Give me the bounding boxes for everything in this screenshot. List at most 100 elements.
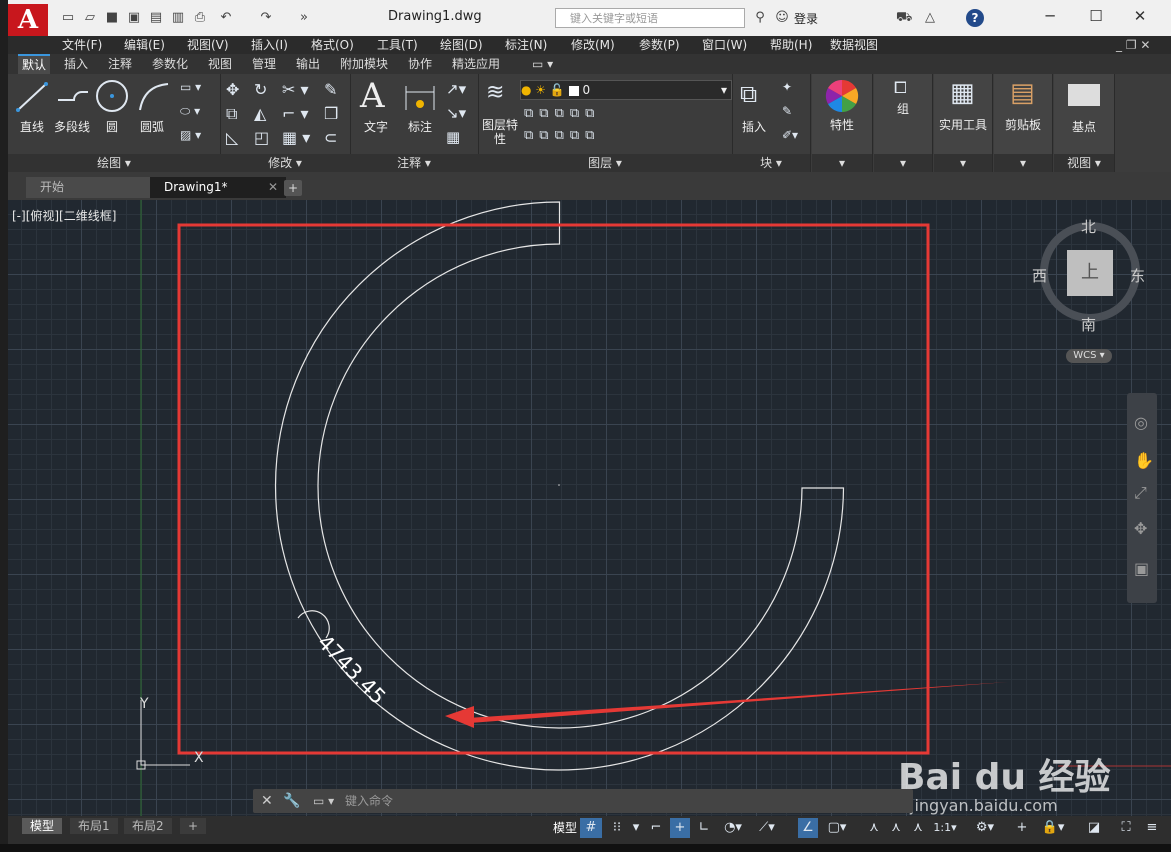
- utilities-button[interactable]: 实用工具: [934, 116, 992, 133]
- snap-mode-icon[interactable]: ⁝⁝: [606, 818, 628, 838]
- tab-start[interactable]: 开始: [26, 177, 160, 198]
- more-tools-icon[interactable]: »: [296, 10, 312, 26]
- wcs-menu[interactable]: WCS ▾: [1066, 349, 1112, 363]
- steering-wheel-icon[interactable]: ◎: [1134, 413, 1148, 432]
- new-tab-icon[interactable]: +: [284, 180, 302, 196]
- edit-block-icon[interactable]: ✎: [782, 104, 792, 118]
- close-tab-icon[interactable]: ✕: [268, 177, 278, 198]
- menu-draw[interactable]: 绘图(D): [440, 36, 483, 54]
- menu-file[interactable]: 文件(F): [62, 36, 102, 54]
- tab-collaborate[interactable]: 协作: [404, 54, 436, 74]
- help-icon[interactable]: ?: [966, 9, 984, 27]
- menu-help[interactable]: 帮助(H): [770, 36, 812, 54]
- menu-format[interactable]: 格式(O): [311, 36, 354, 54]
- menu-dimension[interactable]: 标注(N): [505, 36, 547, 54]
- menu-edit[interactable]: 编辑(E): [124, 36, 165, 54]
- mirror-icon[interactable]: ◭: [254, 104, 266, 123]
- annotation-scale-icon[interactable]: ⋏: [908, 818, 928, 838]
- recent-commands-icon[interactable]: ▭ ▾: [313, 789, 334, 813]
- annotation-monitor-icon[interactable]: +: [1012, 818, 1032, 838]
- tab-view[interactable]: 视图: [204, 54, 236, 74]
- model-space-button[interactable]: 模型: [550, 818, 580, 838]
- plot-icon[interactable]: ⎙: [192, 10, 208, 26]
- save-web-icon[interactable]: ▥: [170, 10, 186, 26]
- drawing-canvas[interactable]: [-][俯视][二维线框] 4743.45 Y X 上 北 南 西 东 WCS …: [8, 200, 1171, 816]
- tab-manage[interactable]: 管理: [248, 54, 280, 74]
- panel-view-label[interactable]: 视图 ▾: [1054, 154, 1114, 172]
- tab-insert[interactable]: 插入: [60, 54, 92, 74]
- orbit-icon[interactable]: ✥: [1134, 519, 1147, 538]
- tab-featured-apps[interactable]: 精选应用: [448, 54, 504, 74]
- arc-button[interactable]: 圆弧: [134, 118, 170, 135]
- panel-modify-label[interactable]: 修改 ▾: [220, 154, 350, 172]
- rotate-icon[interactable]: ↻: [254, 80, 267, 99]
- viewcube-north[interactable]: 北: [1081, 216, 1096, 237]
- object-snap-tracking-icon[interactable]: ∠: [798, 818, 818, 838]
- ortho-icon[interactable]: ∟: [694, 818, 714, 838]
- tab-output[interactable]: 输出: [292, 54, 324, 74]
- panel-annotation-label[interactable]: 注释 ▾: [350, 154, 478, 172]
- tab-addins[interactable]: 附加模块: [336, 54, 392, 74]
- lock-ui-icon[interactable]: 🔒▾: [1038, 818, 1068, 838]
- viewcube-south[interactable]: 南: [1081, 314, 1096, 335]
- leader-icon[interactable]: ↗▾: [446, 80, 466, 98]
- autocad-logo[interactable]: A: [8, 4, 48, 36]
- layer-dropdown[interactable]: ● ☀ 🔓 0 ▾: [520, 80, 732, 100]
- layout-tab-2[interactable]: 布局2: [124, 818, 172, 834]
- isodraft-icon[interactable]: ⟋▾: [752, 818, 782, 838]
- save-as-icon[interactable]: ▣: [126, 10, 142, 26]
- polyline-button[interactable]: 多段线: [48, 118, 96, 135]
- group-button[interactable]: 组: [874, 100, 932, 117]
- viewcube-west[interactable]: 西: [1032, 265, 1047, 286]
- tab-parametric[interactable]: 参数化: [148, 54, 192, 74]
- circle-button[interactable]: 圆: [94, 118, 130, 135]
- tab-annotate[interactable]: 注释: [104, 54, 136, 74]
- showmotion-icon[interactable]: ▣: [1134, 559, 1149, 578]
- customization-icon[interactable]: ≡: [1142, 818, 1162, 838]
- tab-drawing1[interactable]: Drawing1* ✕: [150, 177, 286, 198]
- panel-clipboard-expand[interactable]: ▾: [994, 154, 1052, 172]
- infer-constraints-icon[interactable]: ⌐: [646, 818, 666, 838]
- trim-icon[interactable]: ✂ ▾: [282, 80, 309, 99]
- array-icon[interactable]: ▦ ▾: [282, 128, 310, 147]
- panel-draw-label[interactable]: 绘图 ▾: [8, 154, 220, 172]
- scale-icon[interactable]: ◰: [254, 128, 269, 147]
- ellipse-icon[interactable]: ⬭ ▾: [180, 104, 200, 119]
- block-attribute-icon[interactable]: ✐▾: [782, 128, 798, 142]
- close-cmd-icon[interactable]: ✕: [261, 789, 273, 813]
- workspace-gear-icon[interactable]: ⚙▾: [970, 818, 1000, 838]
- table-icon[interactable]: ▦: [446, 128, 460, 146]
- stretch-icon[interactable]: ◺: [226, 128, 238, 147]
- panel-properties-expand[interactable]: ▾: [812, 154, 872, 172]
- auto-scale-icon[interactable]: ⋏: [886, 818, 906, 838]
- isolate-objects-icon[interactable]: ◪: [1084, 818, 1104, 838]
- menu-view[interactable]: 视图(V): [187, 36, 229, 54]
- pan-icon[interactable]: ✋: [1134, 451, 1154, 470]
- grid-toggle-icon[interactable]: #: [580, 818, 602, 838]
- minimize-button[interactable]: ─: [1030, 4, 1070, 28]
- undo-icon[interactable]: ↶: [218, 10, 234, 26]
- autodesk-a360-icon[interactable]: △: [922, 10, 938, 26]
- object-snap-icon[interactable]: ▢▾: [822, 818, 852, 838]
- text-button[interactable]: 文字: [356, 118, 396, 135]
- zoom-icon[interactable]: ⤢: [1134, 483, 1147, 503]
- annotation-scale-value[interactable]: 1:1▾: [930, 818, 960, 838]
- tab-default[interactable]: 默认: [18, 54, 51, 74]
- maximize-button[interactable]: ☐: [1076, 4, 1116, 28]
- menu-parametric[interactable]: 参数(P): [639, 36, 680, 54]
- layer-properties-button[interactable]: 图层特性: [482, 118, 518, 146]
- dynamic-input-icon[interactable]: +: [670, 818, 690, 838]
- move-icon[interactable]: ✥: [226, 80, 239, 99]
- customize-cmd-icon[interactable]: 🔧: [283, 789, 300, 813]
- create-block-icon[interactable]: ✦: [782, 80, 792, 94]
- panel-group-expand[interactable]: ▾: [874, 154, 932, 172]
- close-window-button[interactable]: ✕: [1120, 4, 1160, 28]
- layout-tab-1[interactable]: 布局1: [70, 818, 118, 834]
- clipboard-button[interactable]: 剪贴板: [994, 116, 1052, 133]
- doc-minimize-icon[interactable]: _ ❐ ✕: [1116, 36, 1150, 54]
- hatch-icon[interactable]: ▨ ▾: [180, 128, 201, 142]
- user-icon[interactable]: ☺: [774, 10, 790, 26]
- rectangle-icon[interactable]: ▭ ▾: [180, 80, 201, 94]
- binoculars-icon[interactable]: ⚲: [752, 10, 768, 26]
- snap-menu-icon[interactable]: ▾: [630, 818, 642, 838]
